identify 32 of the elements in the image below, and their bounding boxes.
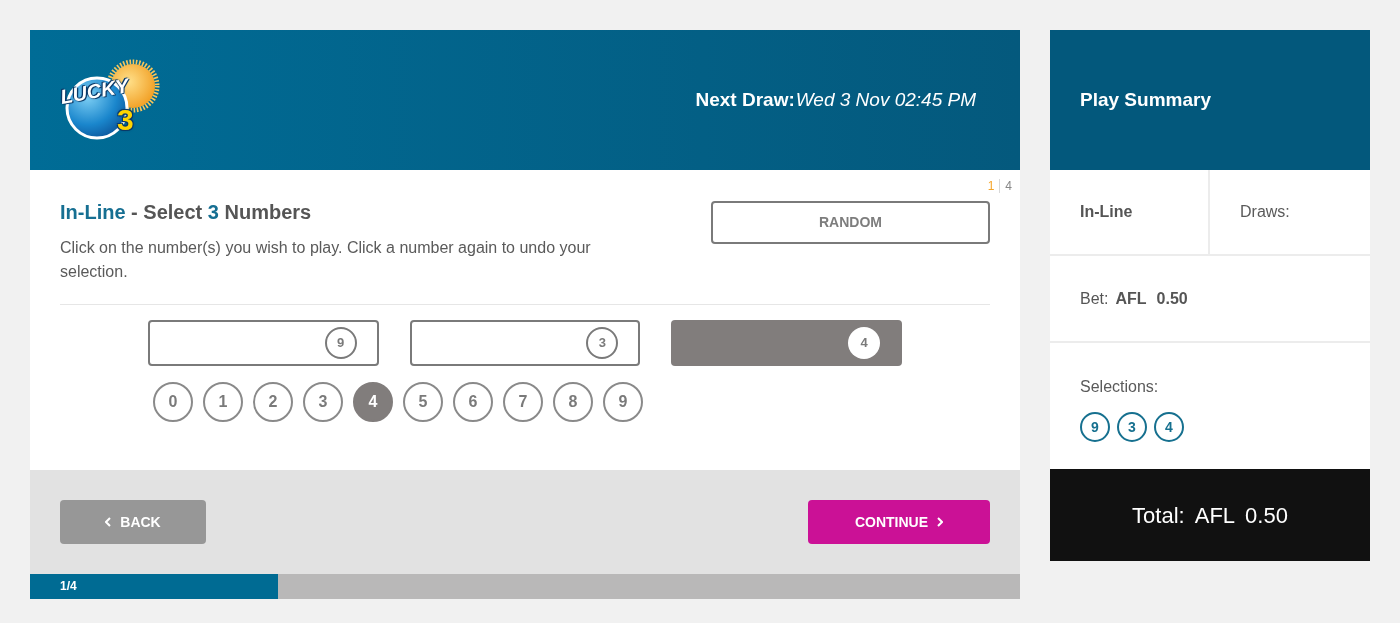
progress-label: 1/4 (60, 579, 77, 594)
total-currency: AFL (1194, 501, 1236, 530)
draws-label: Draws: (1240, 202, 1290, 222)
number-slot[interactable]: 9 (148, 320, 379, 366)
bet-amount: 0.50 (1156, 288, 1188, 309)
total-amount: 0.50 (1245, 501, 1288, 530)
number-slot[interactable]: 3 (409, 320, 641, 366)
bet-currency: AFL (1115, 288, 1147, 309)
slot-number: 4 (848, 327, 880, 359)
slot-number: 3 (586, 327, 619, 359)
selections-label: Selections: (1080, 377, 1159, 397)
selection-title: In-Line - Select 3 Numbers (60, 200, 312, 225)
instructions-text: Click on the number(s) you wish to play. Click a number again to undo your selection. (60, 238, 592, 282)
chevron-left-icon (105, 517, 112, 527)
back-button[interactable]: BACK (60, 500, 206, 544)
current-step: 1 (987, 179, 995, 193)
total-steps: 4 (1005, 179, 1012, 193)
logo-text: LUCKY (58, 74, 131, 108)
selected-number: 9 (1080, 412, 1110, 442)
selected-number: 4 (1154, 412, 1184, 442)
next-draw-time: Wed 3 Nov 02:45 PM (795, 87, 976, 112)
game-name: In-Line (1080, 202, 1133, 222)
next-draw-label: Next Draw: (695, 87, 795, 112)
number-slot[interactable]: 4 (671, 320, 902, 366)
bet-label: Bet: (1080, 288, 1109, 309)
chevron-right-icon (937, 517, 944, 527)
summary-title: Play Summary (1080, 87, 1211, 112)
slot-number: 9 (324, 327, 357, 359)
continue-button[interactable]: CONTINUE (808, 500, 990, 544)
random-button[interactable]: RANDOM (711, 201, 990, 244)
total-label: Total: (1132, 501, 1185, 530)
selected-number: 3 (1117, 412, 1147, 442)
